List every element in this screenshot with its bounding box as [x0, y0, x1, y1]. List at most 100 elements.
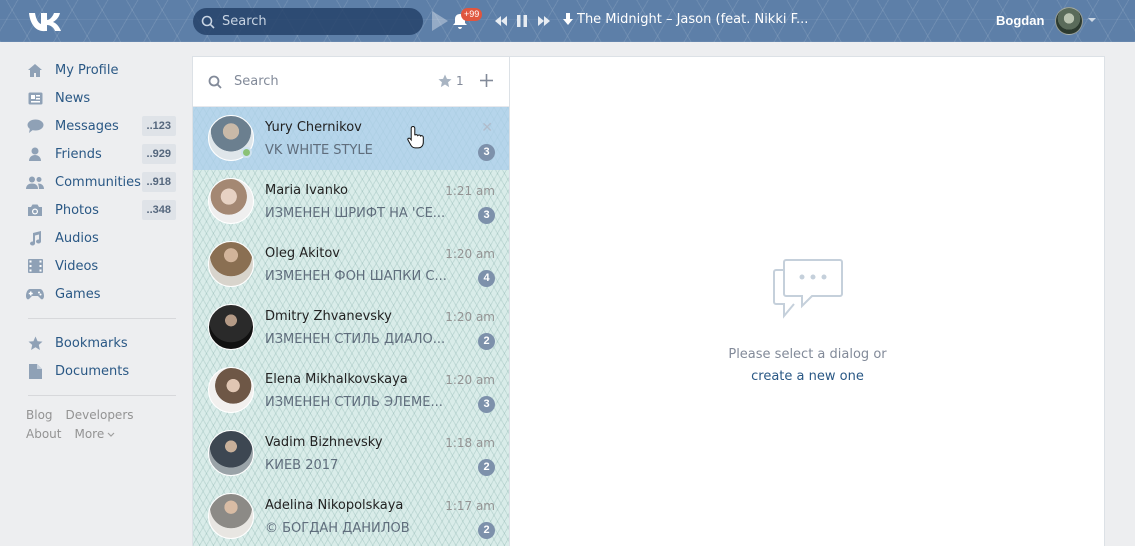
sidebar-item-my-profile[interactable]: My Profile — [26, 56, 178, 84]
user-name[interactable]: Bogdan — [996, 13, 1044, 28]
dialog-row[interactable]: Elena Mikhalkovskaya 1:20 am ИЗМЕНЕН СТИ… — [193, 359, 509, 422]
dialog-row[interactable]: Vadim Bizhnevsky 1:18 am КИЕВ 2017 2 — [193, 422, 509, 485]
gamepad-icon — [26, 286, 44, 302]
search-icon — [201, 15, 215, 29]
music-note-icon — [26, 230, 44, 246]
unread-badge: 3 — [478, 144, 495, 161]
dialog-row[interactable]: Dmitry Zhvanevsky 1:20 am ИЗМЕНЕН СТИЛЬ … — [193, 296, 509, 359]
unread-badge: 3 — [478, 396, 495, 413]
dialog-name: Dmitry Zhvanevsky — [265, 309, 392, 324]
footer-link-developers[interactable]: Developers — [66, 408, 134, 422]
footer-more-menu[interactable]: More — [74, 427, 115, 441]
dialog-name: Yury Chernikov — [265, 120, 362, 135]
dialog-time: 1:18 am — [445, 436, 495, 450]
unread-badge: 2 — [478, 522, 495, 539]
photos-count-badge: ..348 — [141, 200, 176, 220]
sidebar-item-documents[interactable]: Documents — [26, 357, 178, 385]
dialog-row[interactable]: Oleg Akitov 1:20 am ИЗМЕНЕН ФОН ШАПКИ С.… — [193, 233, 509, 296]
sidebar-item-bookmarks[interactable]: Bookmarks — [26, 329, 178, 357]
top-header: Search +99 The Midnight – Jason (feat. N… — [0, 0, 1135, 42]
dialog-time: 1:20 am — [445, 373, 495, 387]
communities-icon — [26, 174, 44, 190]
plus-icon[interactable] — [479, 73, 494, 88]
friends-count-badge: ..929 — [141, 144, 176, 164]
sidebar-item-news[interactable]: News — [26, 84, 178, 112]
dialog-message: ИЗМЕНЕН СТИЛЬ ЭЛЕМЕ... — [265, 395, 443, 410]
now-playing[interactable]: The Midnight – Jason (feat. Nikki F... — [563, 12, 808, 27]
friends-icon — [26, 146, 44, 162]
home-icon — [26, 62, 44, 78]
pause-icon[interactable] — [515, 13, 529, 29]
create-dialog-link[interactable]: create a new one — [510, 366, 1105, 388]
sidebar-item-label: Videos — [55, 258, 99, 274]
chevron-down-icon — [107, 432, 115, 437]
header-decoration — [432, 11, 448, 31]
sidebar-item-label: Messages — [55, 118, 119, 134]
chat-bubbles-icon — [773, 259, 843, 319]
dialog-row[interactable]: Maria Ivanko 1:21 am ИЗМЕНЕН ШРИФТ НА 'С… — [193, 170, 509, 233]
sidebar-item-communities[interactable]: Communities ..918 — [26, 168, 178, 196]
track-title: The Midnight – Jason (feat. Nikki F... — [577, 12, 809, 27]
starred-count[interactable]: 1 — [456, 74, 464, 88]
avatar — [208, 241, 254, 287]
sidebar-divider — [28, 395, 176, 396]
sidebar-item-games[interactable]: Games — [26, 280, 178, 308]
avatar — [208, 178, 254, 224]
dialog-row[interactable]: Yury Chernikov ✕ VK WHITE STYLE 3 — [193, 107, 509, 170]
star-icon[interactable] — [438, 74, 452, 88]
unread-badge: 2 — [478, 459, 495, 476]
dialog-name: Elena Mikhalkovskaya — [265, 372, 408, 387]
dialog-message: ИЗМЕНЕН СТИЛЬ ДИАЛО... — [265, 332, 446, 347]
vk-logo-icon[interactable] — [28, 10, 62, 32]
communities-count-badge: ..918 — [141, 172, 176, 192]
sidebar-item-photos[interactable]: Photos ..348 — [26, 196, 178, 224]
header-search-placeholder: Search — [222, 14, 267, 29]
footer-link-more: More — [74, 427, 105, 441]
dialog-message: ИЗМЕНЕН ФОН ШАПКИ С... — [265, 269, 447, 284]
previous-track-icon[interactable] — [494, 13, 508, 29]
news-icon — [26, 90, 44, 106]
notification-badge: +99 — [461, 8, 483, 21]
avatar[interactable] — [1055, 7, 1083, 35]
dialog-name: Oleg Akitov — [265, 246, 341, 261]
sidebar-item-messages[interactable]: Messages ..123 — [26, 112, 178, 140]
search-icon — [208, 75, 222, 89]
dialog-name: Adelina Nikopolskaya — [265, 498, 404, 513]
sidebar-item-label: Bookmarks — [55, 335, 128, 351]
avatar — [208, 493, 254, 539]
chevron-down-icon[interactable] — [1088, 18, 1096, 22]
sidebar-item-label: Games — [55, 286, 101, 302]
unread-badge: 3 — [478, 207, 495, 224]
sidebar-item-videos[interactable]: Videos — [26, 252, 178, 280]
dialog-time: 1:17 am — [445, 499, 495, 513]
dialogs-search-bar[interactable]: Search 1 — [193, 57, 509, 107]
star-icon — [26, 335, 44, 351]
messages-count-badge: ..123 — [141, 116, 176, 136]
header-search-field[interactable]: Search — [193, 8, 423, 35]
dialogs-list: Yury Chernikov ✕ VK WHITE STYLE 3 Maria … — [193, 107, 509, 546]
dialog-name: Maria Ivanko — [265, 183, 348, 198]
unread-badge: 2 — [478, 333, 495, 350]
sidebar-item-label: Documents — [55, 363, 130, 379]
dialog-row[interactable]: Adelina Nikopolskaya 1:17 am © БОГДАН ДА… — [193, 485, 509, 546]
download-icon[interactable] — [563, 13, 573, 26]
sidebar-item-label: My Profile — [55, 62, 119, 78]
dialog-message: VK WHITE STYLE — [265, 143, 373, 158]
sidebar-item-label: Photos — [55, 202, 99, 218]
close-icon[interactable]: ✕ — [481, 120, 493, 136]
next-track-icon[interactable] — [537, 13, 551, 29]
avatar — [208, 430, 254, 476]
document-icon — [26, 363, 44, 379]
dialog-message: ИЗМЕНЕН ШРИФТ НА 'СЕ... — [265, 206, 446, 221]
online-indicator — [241, 147, 252, 158]
avatar — [208, 304, 254, 350]
footer-link-blog[interactable]: Blog — [26, 408, 53, 422]
sidebar-item-audios[interactable]: Audios — [26, 224, 178, 252]
footer-link-about[interactable]: About — [26, 427, 61, 441]
sidebar-item-friends[interactable]: Friends ..929 — [26, 140, 178, 168]
empty-state-message: Please select a dialog or — [728, 347, 887, 362]
dialog-time: 1:20 am — [445, 247, 495, 261]
sidebar-item-label: News — [55, 90, 91, 106]
empty-state-text: Please select a dialog or create a new o… — [510, 344, 1105, 388]
camera-icon — [26, 202, 44, 218]
